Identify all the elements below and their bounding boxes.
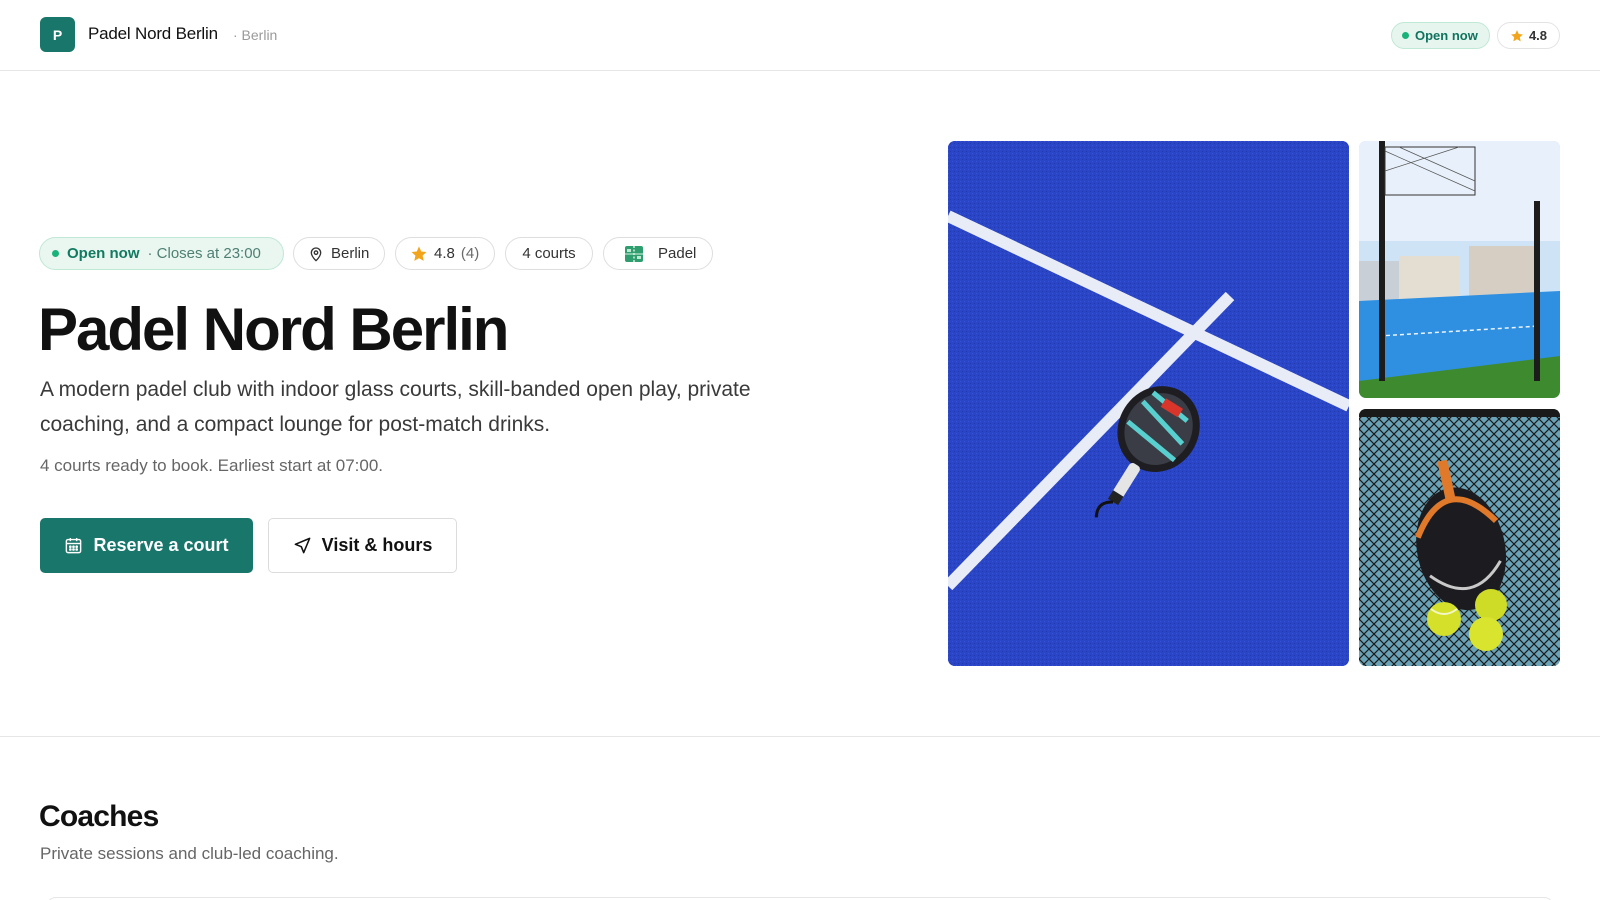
visit-hours-button[interactable]: Visit & hours	[268, 518, 457, 573]
open-status-chip: Open now · Closes at 23:00	[39, 237, 284, 270]
open-now-label: Open now	[67, 245, 140, 262]
rating-count: (4)	[460, 245, 480, 262]
top-bar: P Padel Nord Berlin · Berlin Open now 4.…	[0, 0, 1600, 71]
court-racket-photo	[948, 141, 1349, 666]
rating-badge[interactable]: 4.8	[1497, 22, 1560, 49]
page-title: Padel Nord Berlin	[38, 296, 509, 363]
star-icon	[411, 246, 427, 261]
coaches-subtitle: Private sessions and club-led coaching.	[40, 844, 339, 863]
availability-note: 4 courts ready to book. Earliest start a…	[40, 456, 384, 475]
location-chip[interactable]: Berlin	[293, 237, 385, 270]
courts-chip: 4 courts	[505, 237, 593, 270]
rating-value: 4.8	[434, 245, 455, 262]
racket-balls-net-photo	[1359, 409, 1560, 666]
outdoor-court-photo	[1359, 141, 1560, 398]
reserve-court-label: Reserve a court	[93, 535, 229, 555]
club-city: · Berlin	[233, 27, 278, 43]
club-name[interactable]: Padel Nord Berlin	[88, 24, 218, 44]
club-logo[interactable]: P	[40, 17, 75, 52]
status-dot-icon	[1402, 32, 1409, 39]
sport-chip[interactable]: Padel	[603, 237, 713, 270]
location-label: Berlin	[331, 245, 370, 262]
coaches-heading: Coaches	[39, 800, 159, 833]
star-icon	[1511, 29, 1523, 41]
open-status-label: Open now	[1415, 28, 1478, 43]
rating-value: 4.8	[1528, 28, 1548, 43]
reserve-court-button[interactable]: Reserve a court	[40, 518, 253, 573]
gallery-photo-main[interactable]	[948, 141, 1349, 666]
gallery-photo-court[interactable]	[1359, 141, 1560, 398]
courts-label: 4 courts	[522, 245, 576, 262]
calendar-icon	[66, 537, 82, 554]
club-description: A modern padel club with indoor glass co…	[40, 378, 751, 436]
status-dot-icon	[52, 250, 59, 257]
sport-label: Padel	[658, 245, 697, 262]
gallery-photo-balls[interactable]	[1359, 409, 1560, 666]
court-icon	[625, 245, 643, 262]
open-status-badge: Open now	[1391, 22, 1490, 49]
section-divider	[0, 736, 1600, 737]
rating-chip[interactable]: 4.8 (4)	[395, 237, 495, 270]
map-pin-icon	[310, 246, 322, 262]
closing-time-label: · Closes at 23:00	[147, 245, 261, 262]
navigation-arrow-icon	[294, 537, 311, 554]
visit-hours-label: Visit & hours	[321, 535, 433, 555]
